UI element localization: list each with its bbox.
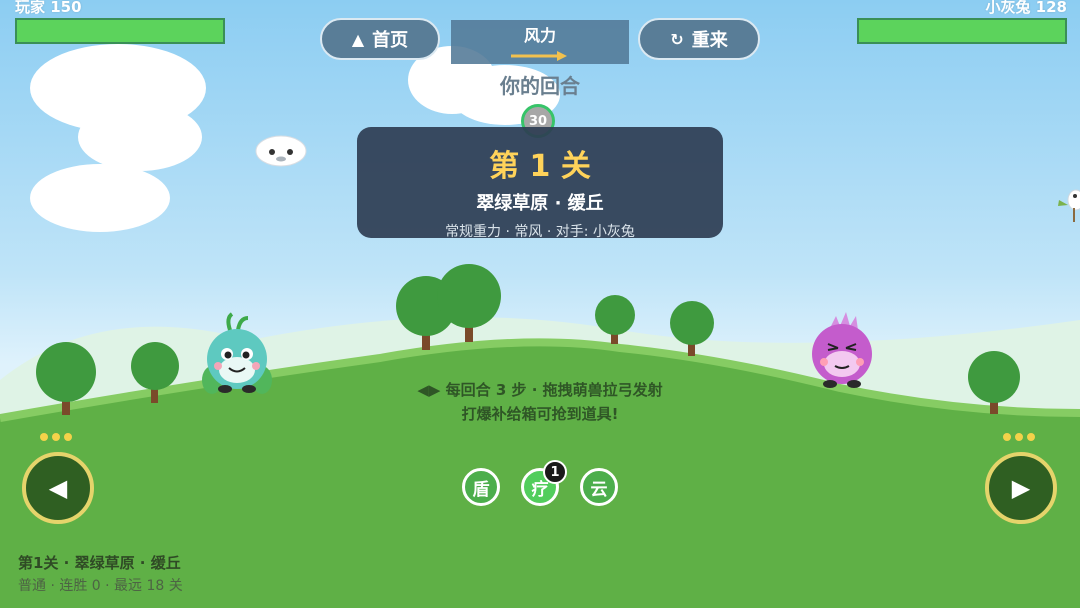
player-monster <box>202 312 272 394</box>
bird <box>1058 189 1080 222</box>
level-subtitle: 翠绿草原 · 缓丘 <box>476 193 604 214</box>
player-health-bar <box>15 18 225 44</box>
home-button[interactable]: ▲ 首页 <box>320 18 440 60</box>
steps-indicator-left <box>40 433 80 441</box>
cloud-creature <box>255 135 307 167</box>
player-hp-panel: 玩家 150 <box>15 0 225 44</box>
player-name: 玩家 150 <box>15 0 82 14</box>
level-title: 第 1 关 <box>489 149 591 184</box>
enemy-health-bar <box>857 18 1067 44</box>
gameplay-hint: ◀▶ 每回合 3 步 · 拖拽萌兽拉弓发射 打爆补给箱可抢到道具! <box>340 378 740 426</box>
footer-level: 第1关 · 翠绿草原 · 缓丘 <box>18 554 181 572</box>
turn-indicator: 你的回合 <box>500 74 580 98</box>
move-right-button[interactable]: ▶ <box>985 452 1057 524</box>
arrow-right-icon: ▶ <box>1011 474 1031 502</box>
cloud-left <box>30 44 206 232</box>
wind-label: 风力 <box>523 26 556 45</box>
hint-line-2: 打爆补给箱可抢到道具! <box>461 405 619 423</box>
arrow-left-icon: ◀ <box>48 474 68 502</box>
enemy-hp-panel: 小灰兔 128 <box>857 0 1067 44</box>
wind-indicator: 风力 <box>451 20 629 64</box>
enemy-name: 小灰兔 128 <box>985 0 1067 14</box>
item-cloud-button[interactable]: 云 <box>580 468 618 506</box>
steps-indicator-right <box>1003 433 1043 441</box>
game-stage[interactable]: 玩家 150 小灰兔 128 ▲ 首页 风力 ↻ 重来 你的回合 30 第 1 … <box>0 0 1080 608</box>
wind-arrow-icon <box>511 51 567 61</box>
home-label: 首页 <box>372 30 409 51</box>
item-shield-button[interactable]: 盾 <box>462 468 500 506</box>
restart-label: 重来 <box>691 30 728 51</box>
footer-stats: 普通 · 连胜 0 · 最远 18 关 <box>18 578 183 594</box>
restart-button[interactable]: ↻ 重来 <box>638 18 760 60</box>
item-count-badge: 1 <box>543 460 567 484</box>
level-info: 常规重力 · 常风 · 对手: 小灰兔 <box>445 224 635 240</box>
move-left-button[interactable]: ◀ <box>22 452 94 524</box>
level-banner: 第 1 关 翠绿草原 · 缓丘 常规重力 · 常风 · 对手: 小灰兔 <box>357 127 723 240</box>
hint-line-1: ◀▶ 每回合 3 步 · 拖拽萌兽拉弓发射 <box>417 381 663 399</box>
refresh-icon: ↻ <box>670 29 684 49</box>
level-footer: 第1关 · 翠绿草原 · 缓丘 普通 · 连胜 0 · 最远 18 关 <box>18 552 183 595</box>
home-icon: ▲ <box>351 29 365 49</box>
